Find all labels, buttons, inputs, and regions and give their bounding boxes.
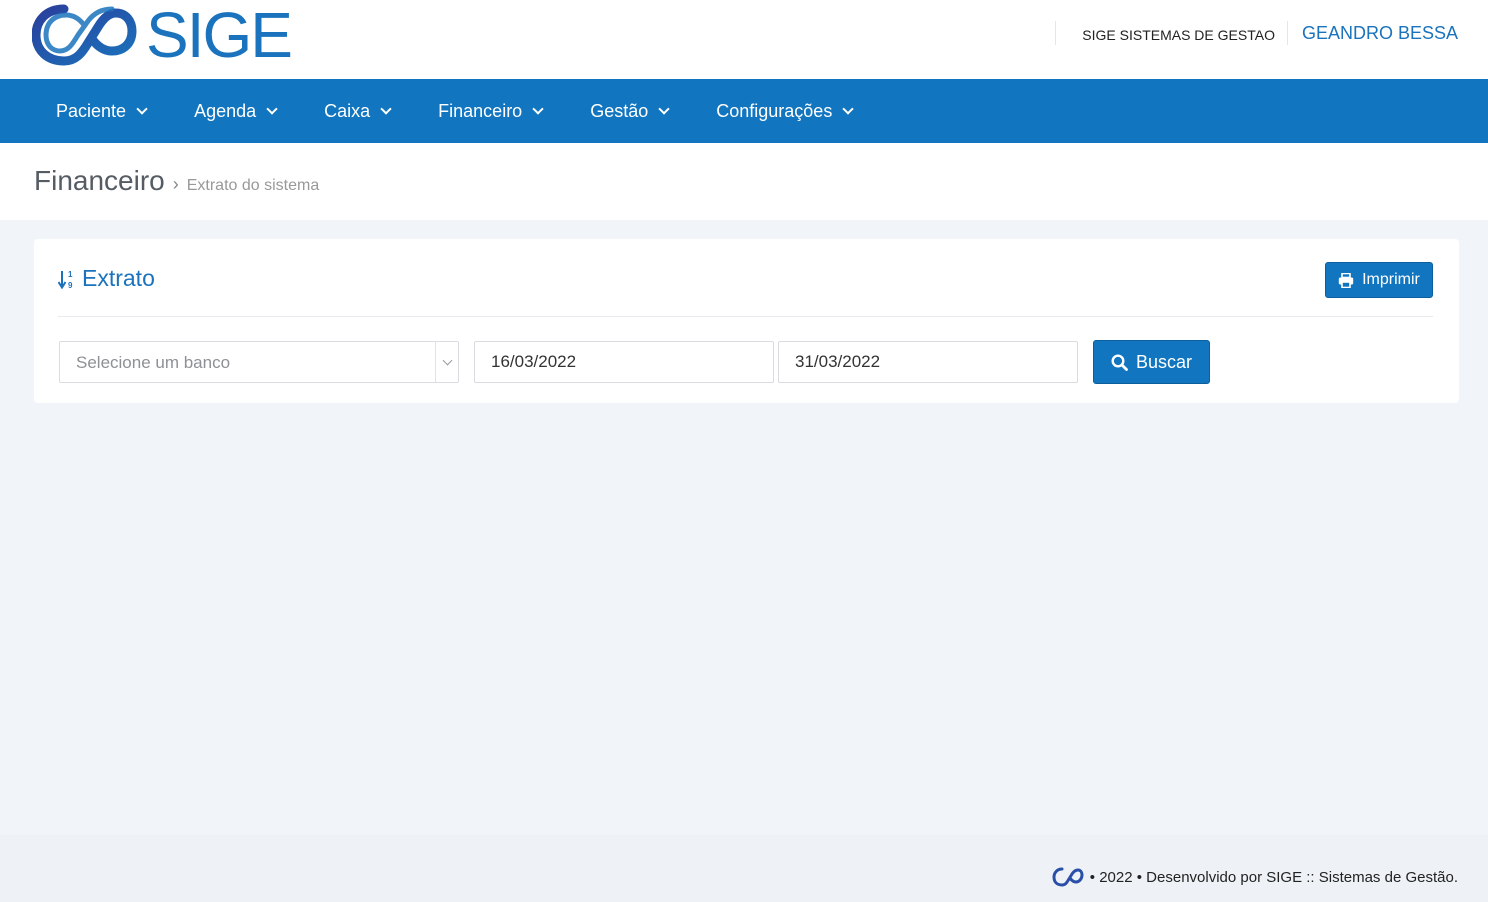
company-name: SIGE SISTEMAS DE GESTAO xyxy=(1082,27,1275,43)
search-icon xyxy=(1111,353,1128,371)
end-date-input[interactable] xyxy=(778,341,1078,383)
user-menu-link[interactable]: GEANDRO BESSA xyxy=(1288,20,1458,46)
chevron-down-icon xyxy=(842,102,854,115)
nav-item-label: Gestão xyxy=(590,100,649,121)
divider xyxy=(58,316,1433,317)
select-arrow[interactable] xyxy=(435,342,458,382)
search-button-label: Buscar xyxy=(1135,351,1193,372)
extrato-card: 1 9 Extrato Imprimir Selecione um banco … xyxy=(34,239,1459,403)
print-button-label: Imprimir xyxy=(1362,271,1420,288)
nav-item-agenda[interactable]: Agenda xyxy=(194,79,278,143)
sort-numeric-icon: 1 9 xyxy=(58,270,73,290)
footer-text: • 2022 • Desenvolvido por SIGE :: Sistem… xyxy=(1089,868,1458,886)
printer-icon xyxy=(1338,272,1354,288)
chevron-down-icon xyxy=(658,102,670,115)
logo-text: SIGE xyxy=(146,0,293,71)
nav-item-paciente[interactable]: Paciente xyxy=(56,79,148,143)
search-button[interactable]: Buscar xyxy=(1093,340,1210,384)
card-title-text: Extrato xyxy=(82,265,155,291)
nav-item-label: Configurações xyxy=(716,100,833,121)
svg-text:9: 9 xyxy=(68,281,73,290)
logo-icon xyxy=(32,4,137,66)
top-header: SIGE SIGE SISTEMAS DE GESTAO GEANDRO BES… xyxy=(0,0,1488,79)
nav-item-label: Caixa xyxy=(324,100,371,121)
print-button[interactable]: Imprimir xyxy=(1325,262,1433,298)
card-title: 1 9 Extrato xyxy=(58,265,155,292)
chevron-down-icon xyxy=(266,102,278,115)
start-date-input[interactable] xyxy=(474,341,774,383)
breadcrumb-separator: › xyxy=(172,174,179,194)
sige-logo-icon xyxy=(1052,867,1084,887)
svg-text:1: 1 xyxy=(68,270,73,279)
nav-item-label: Financeiro xyxy=(438,100,523,121)
breadcrumb: Financeiro › Extrato do sistema xyxy=(34,165,319,197)
bank-select[interactable]: Selecione um banco xyxy=(59,341,459,383)
chevron-down-icon xyxy=(136,102,148,115)
bank-select-placeholder: Selecione um banco xyxy=(76,353,231,372)
nav-item-configuracoes[interactable]: Configurações xyxy=(716,79,854,143)
top-right-area: SIGE SISTEMAS DE GESTAO GEANDRO BESSA xyxy=(1055,20,1458,46)
nav-item-financeiro[interactable]: Financeiro xyxy=(438,79,544,143)
logo[interactable]: SIGE xyxy=(32,0,293,71)
page-title: Financeiro xyxy=(34,165,165,196)
chevron-down-icon xyxy=(380,102,392,115)
main-navbar: Paciente Agenda Caixa Financeiro Gestão … xyxy=(0,79,1488,143)
nav-item-label: Agenda xyxy=(194,100,257,121)
nav-item-label: Paciente xyxy=(56,100,127,121)
breadcrumb-current: Extrato do sistema xyxy=(186,177,320,194)
footer: • 2022 • Desenvolvido por SIGE :: Sistem… xyxy=(0,835,1488,902)
nav-item-gestao[interactable]: Gestão xyxy=(590,79,670,143)
footer-content: • 2022 • Desenvolvido por SIGE :: Sistem… xyxy=(1052,867,1458,887)
nav-item-caixa[interactable]: Caixa xyxy=(324,79,392,143)
chevron-down-icon xyxy=(532,102,544,115)
chevron-down-icon xyxy=(442,355,452,365)
breadcrumb-bar: Financeiro › Extrato do sistema xyxy=(0,143,1488,220)
